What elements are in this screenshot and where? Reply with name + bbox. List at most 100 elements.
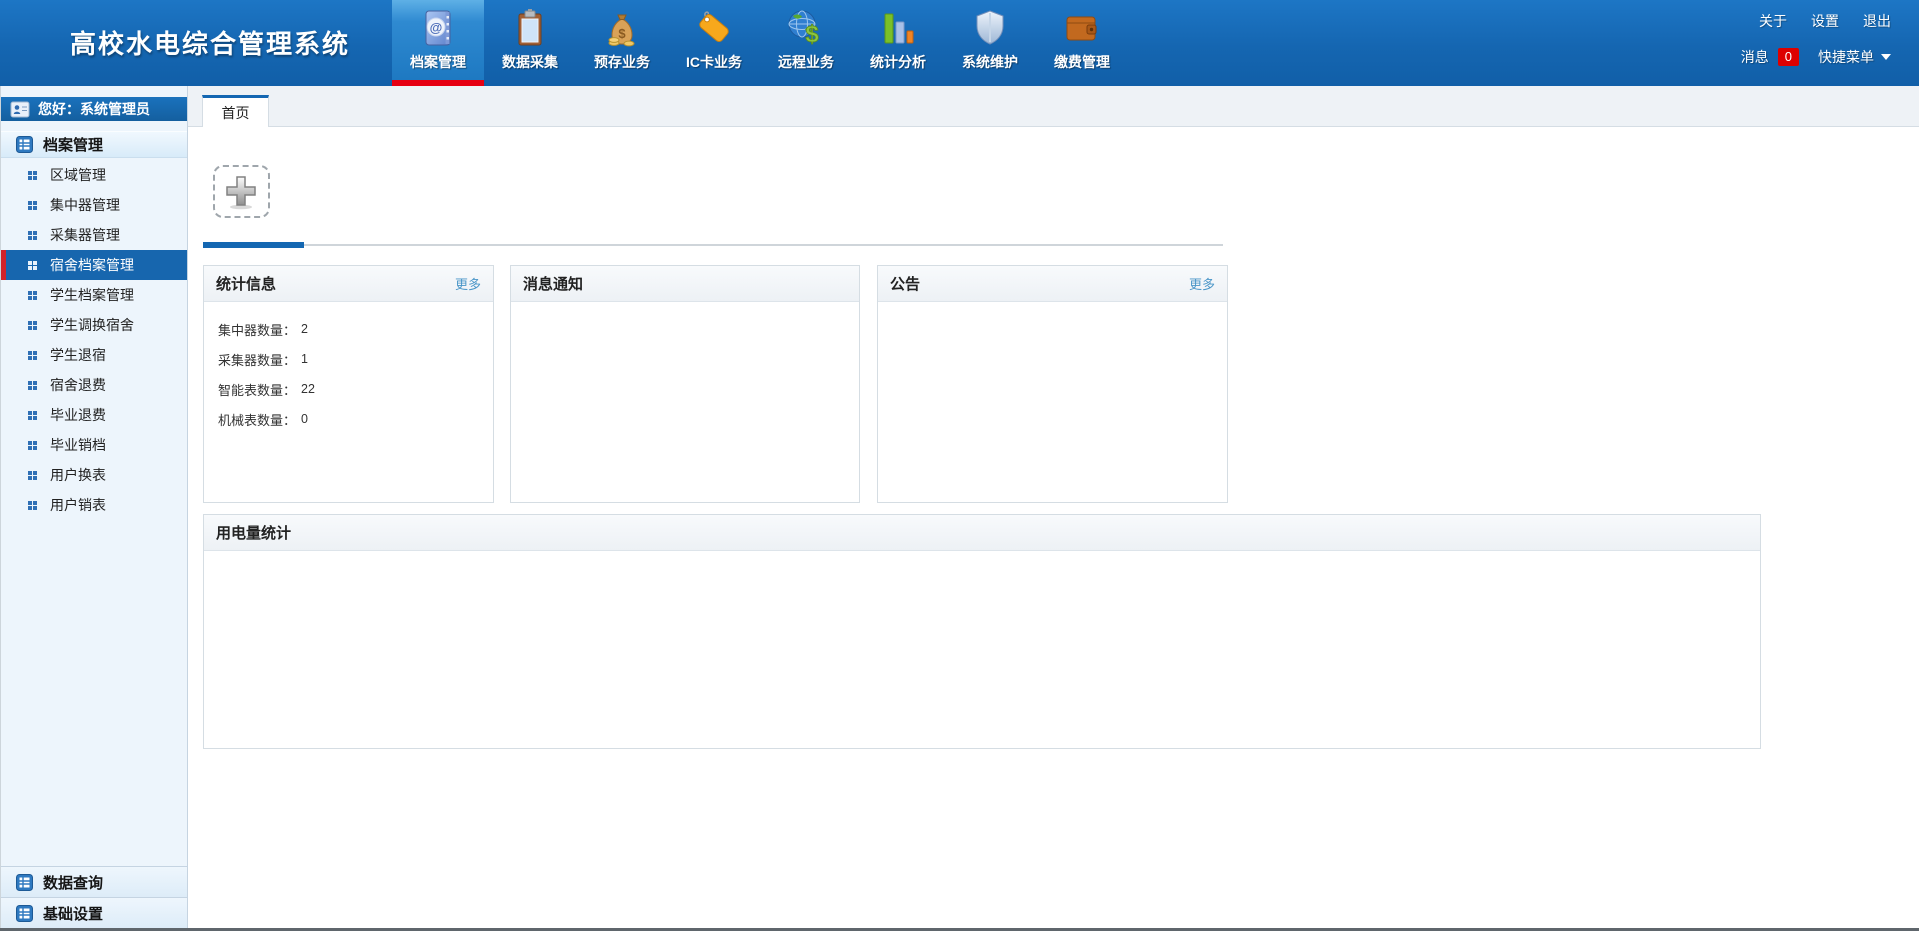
stats-body: 集中器数量： 2 采集器数量： 1 智能表数量： 22 机械表数量： 0 — [204, 302, 493, 434]
nav-item-statistics[interactable]: 统计分析 — [852, 0, 944, 86]
stats-more-link[interactable]: 更多 — [455, 274, 481, 293]
bullet-grid-icon — [28, 261, 37, 270]
bullet-grid-icon — [28, 171, 37, 180]
sidebar-item-label: 采集器管理 — [50, 225, 120, 245]
divider-indicator[interactable] — [203, 242, 304, 248]
nav-label: 预存业务 — [594, 52, 650, 72]
main-area: 首页 统计信息 — [188, 86, 1919, 928]
nav-item-maintenance[interactable]: 系统维护 — [944, 0, 1036, 86]
messages-link[interactable]: 消息 — [1741, 47, 1769, 67]
add-widget-button[interactable] — [213, 165, 270, 218]
sidebar-item-student-archive-mgmt[interactable]: 学生档案管理 — [1, 280, 187, 310]
nav-item-archives[interactable]: @ 档案管理 — [392, 0, 484, 86]
chevron-down-icon[interactable] — [1881, 54, 1891, 60]
sidebar-item-dorm-refund[interactable]: 宿舍退费 — [1, 370, 187, 400]
nav-item-data-collection[interactable]: 数据采集 — [484, 0, 576, 86]
money-bag-icon: $ — [601, 5, 643, 51]
sidebar-item-dorm-archive-mgmt[interactable]: 宿舍档案管理 — [1, 250, 187, 280]
stat-row: 智能表数量： 22 — [218, 374, 479, 404]
stat-value: 1 — [301, 352, 308, 366]
grid-icon — [16, 136, 33, 153]
notice-more-link[interactable]: 更多 — [1189, 274, 1215, 293]
about-link[interactable]: 关于 — [1759, 11, 1787, 31]
sidebar-section-archives[interactable]: 档案管理 — [1, 131, 187, 158]
stat-row: 集中器数量： 2 — [218, 314, 479, 344]
stats-panel: 统计信息 更多 集中器数量： 2 采集器数量： 1 智能表数量： 22 — [203, 265, 494, 503]
sidebar-item-label: 用户销表 — [50, 495, 106, 515]
sidebar-section-data-query[interactable]: 数据查询 — [1, 866, 187, 897]
bullet-grid-icon — [28, 501, 37, 510]
usage-panel: 用电量统计 — [203, 514, 1761, 749]
bullet-grid-icon — [28, 291, 37, 300]
user-card-icon — [10, 101, 30, 118]
header-links: 关于 设置 退出 — [1759, 11, 1891, 31]
sidebar-item-label: 用户换表 — [50, 465, 106, 485]
sidebar-item-graduation-refund[interactable]: 毕业退费 — [1, 400, 187, 430]
sidebar-item-label: 宿舍档案管理 — [50, 255, 134, 275]
panel-title: 消息通知 — [523, 273, 847, 294]
bullet-grid-icon — [28, 201, 37, 210]
user-greeting-bar: 您好：系统管理员 — [1, 97, 187, 121]
panel-title: 用电量统计 — [216, 522, 1748, 543]
stat-label: 集中器数量： — [218, 320, 296, 339]
nav-label: 系统维护 — [962, 52, 1018, 72]
nav-label: 档案管理 — [410, 52, 466, 72]
sidebar-item-label: 毕业销档 — [50, 435, 106, 455]
messages-panel: 消息通知 — [510, 265, 860, 503]
stat-label: 智能表数量： — [218, 380, 296, 399]
nav-item-remote[interactable]: $ 远程业务 — [760, 0, 852, 86]
sidebar-item-label: 学生调换宿舍 — [50, 315, 134, 335]
nav-label: 统计分析 — [870, 52, 926, 72]
user-greeting-text: 您好：系统管理员 — [38, 99, 150, 119]
nav-item-prepay[interactable]: $ 预存业务 — [576, 0, 668, 86]
messages-count-badge: 0 — [1778, 48, 1799, 66]
nav-item-ic-card[interactable]: IC卡业务 — [668, 0, 760, 86]
panel-title: 统计信息 — [216, 273, 455, 294]
stat-value: 2 — [301, 322, 308, 336]
bullet-grid-icon — [28, 321, 37, 330]
header-subbar: 消息 0 快捷菜单 — [1741, 47, 1891, 67]
sidebar-item-student-checkout[interactable]: 学生退宿 — [1, 340, 187, 370]
grid-icon — [16, 905, 33, 922]
sidebar-item-label: 区域管理 — [50, 165, 106, 185]
tag-icon — [693, 5, 735, 51]
sidebar-section-label: 基础设置 — [43, 903, 103, 924]
tab-home[interactable]: 首页 — [202, 95, 269, 127]
grid-icon — [16, 874, 33, 891]
home-content: 统计信息 更多 集中器数量： 2 采集器数量： 1 智能表数量： 22 — [188, 127, 1919, 928]
quick-menu-button[interactable]: 快捷菜单 — [1818, 47, 1874, 67]
sidebar-item-label: 学生退宿 — [50, 345, 106, 365]
sidebar-item-student-dorm-swap[interactable]: 学生调换宿舍 — [1, 310, 187, 340]
stat-row: 采集器数量： 1 — [218, 344, 479, 374]
nav-label: 缴费管理 — [1054, 52, 1110, 72]
sidebar-bottom-sections: 数据查询 基础设置 — [1, 866, 187, 928]
sidebar-item-user-meter-change[interactable]: 用户换表 — [1, 460, 187, 490]
svg-text:$: $ — [618, 26, 626, 41]
main-nav: @ 档案管理 数据采集 — [392, 0, 1128, 86]
wallet-icon — [1061, 5, 1103, 51]
sidebar-item-collector-mgmt[interactable]: 采集器管理 — [1, 220, 187, 250]
sidebar-section-label: 数据查询 — [43, 872, 103, 893]
bullet-grid-icon — [28, 351, 37, 360]
sidebar-section-basic-settings[interactable]: 基础设置 — [1, 897, 187, 928]
sidebar-item-graduation-archive-removal[interactable]: 毕业销档 — [1, 430, 187, 460]
svg-text:@: @ — [430, 20, 443, 35]
sidebar-item-label: 集中器管理 — [50, 195, 120, 215]
sidebar-item-region-mgmt[interactable]: 区域管理 — [1, 160, 187, 190]
sidebar-item-label: 宿舍退费 — [50, 375, 106, 395]
settings-link[interactable]: 设置 — [1811, 11, 1839, 31]
nav-label: IC卡业务 — [686, 52, 742, 72]
sidebar: 您好：系统管理员 档案管理 区域管理 集中器管理 — [0, 86, 188, 931]
sidebar-item-user-meter-removal[interactable]: 用户销表 — [1, 490, 187, 520]
stat-value: 22 — [301, 382, 315, 396]
nav-item-payment[interactable]: 缴费管理 — [1036, 0, 1128, 86]
panel-header: 用电量统计 — [204, 515, 1760, 551]
sidebar-section-label: 档案管理 — [43, 134, 103, 155]
logout-link[interactable]: 退出 — [1863, 11, 1891, 31]
sidebar-item-label: 学生档案管理 — [50, 285, 134, 305]
plus-icon — [224, 174, 260, 210]
address-book-icon: @ — [417, 5, 459, 51]
stat-label: 采集器数量： — [218, 350, 296, 369]
sidebar-item-concentrator-mgmt[interactable]: 集中器管理 — [1, 190, 187, 220]
clipboard-icon — [509, 5, 551, 51]
